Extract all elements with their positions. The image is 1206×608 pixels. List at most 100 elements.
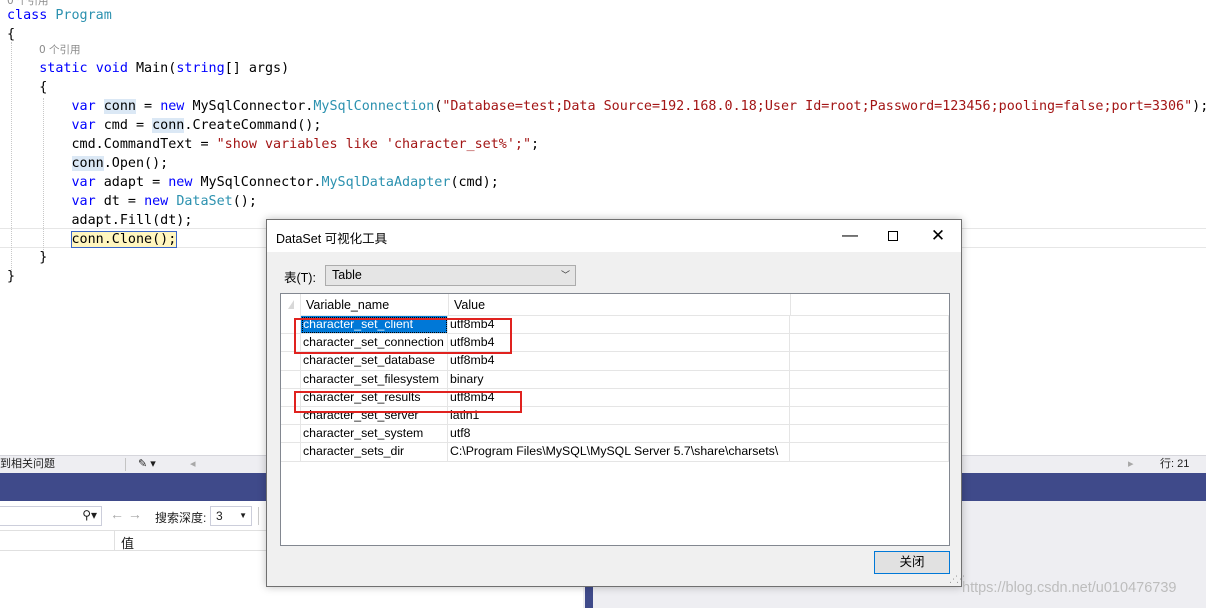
code-token: MySqlConnection	[313, 99, 435, 114]
search-depth-select[interactable]: 3 ▼	[210, 506, 252, 526]
grid-row[interactable]: character_set_system utf8	[281, 425, 949, 444]
code-line: var adapt = new MySqlConnector.MySqlData…	[7, 173, 499, 192]
watermark: https://blog.csdn.net/u010476739	[962, 580, 1177, 596]
code-token: {	[7, 80, 48, 95]
minimize-button[interactable]: —	[827, 220, 873, 251]
code-line: static void Main(string[] args)	[7, 59, 289, 78]
code-line: cmd.CommandText = "show variables like '…	[7, 135, 539, 154]
issues-status-text[interactable]: 到相关问题	[0, 456, 55, 473]
grid-row[interactable]: character_set_filesystem binary	[281, 370, 949, 389]
status-separator	[125, 458, 126, 471]
search-depth-value: 3	[216, 509, 223, 523]
dialog-title: DataSet 可视化工具	[276, 232, 388, 246]
cell-variable-name[interactable]: character_sets_dir	[301, 443, 448, 462]
cell-empty	[790, 425, 949, 444]
row-header[interactable]	[281, 370, 301, 389]
close-dialog-button[interactable]: 关闭	[874, 551, 950, 574]
code-token: .Open();	[103, 156, 169, 171]
close-window-button[interactable]: ✕	[915, 220, 961, 251]
code-token: =	[136, 99, 161, 114]
cell-value[interactable]: utf8	[448, 425, 790, 444]
code-token: CreateCommand	[192, 118, 298, 133]
code-line: }	[7, 267, 15, 286]
code-token: Program	[55, 8, 112, 23]
code-token: void	[95, 61, 136, 76]
line-indicator: 行: 21	[1160, 458, 1190, 470]
cell-variable-name[interactable]: character_set_database	[301, 352, 448, 371]
grid-row[interactable]: character_sets_dir C:\Program Files\MySQL…	[281, 443, 949, 462]
code-token: Main(	[136, 61, 177, 76]
dataset-visualizer-dialog: DataSet 可视化工具 — ✕ 表(T): Table ﹀ Variable…	[266, 219, 965, 587]
value-column-header[interactable]: 值	[121, 533, 134, 552]
watch-grid-header: 值	[0, 530, 266, 551]
code-line: {	[7, 25, 15, 44]
code-token: ();	[297, 118, 322, 133]
sort-icon	[288, 300, 294, 309]
scroll-left-icon[interactable]: ◂	[190, 456, 196, 473]
close-icon: ✕	[930, 226, 946, 245]
grid-row[interactable]: character_set_database utf8mb4	[281, 352, 949, 371]
chevron-down-icon: ﹀	[560, 270, 570, 280]
maximize-icon	[888, 231, 898, 242]
resize-grip-icon[interactable]: ⋰⋰	[949, 574, 965, 585]
cell-empty	[790, 352, 949, 371]
code-token: adapt =	[103, 175, 169, 190]
grid-corner[interactable]	[281, 294, 301, 316]
code-token: var	[7, 175, 104, 190]
column-separator[interactable]	[448, 294, 449, 316]
nav-arrows-icon[interactable]: ← →	[110, 506, 142, 522]
table-label: 表(T):	[284, 271, 316, 285]
code-token: }	[7, 269, 16, 284]
code-token: new	[160, 99, 193, 114]
dialog-titlebar[interactable]: DataSet 可视化工具 — ✕	[267, 220, 961, 252]
table-select-value: Table	[332, 268, 362, 282]
code-token: [] args)	[224, 61, 290, 76]
code-token: conn.Clone();	[70, 231, 178, 248]
search-icon[interactable]: ⚲▾	[82, 508, 97, 522]
code-token: 0 个引用	[39, 44, 81, 56]
maximize-button[interactable]	[870, 220, 916, 251]
cell-value[interactable]: utf8mb4	[448, 352, 790, 371]
code-line: var cmd = conn.CreateCommand();	[7, 116, 321, 135]
code-token: ;	[531, 137, 540, 152]
cell-variable-name[interactable]: character_set_filesystem	[301, 370, 448, 389]
code-line: adapt.Fill(dt);	[7, 211, 192, 230]
code-token: static	[7, 61, 96, 76]
watch-search-input[interactable]: ⚲▾	[0, 506, 102, 526]
code-token: var	[7, 99, 104, 114]
minimize-icon: —	[842, 227, 858, 244]
code-token: string	[176, 61, 225, 76]
column-separator[interactable]	[790, 294, 791, 316]
code-token: DataSet	[176, 194, 233, 209]
code-token: dt =	[103, 194, 145, 209]
code-line: conn.Open();	[7, 154, 168, 173]
code-token: (cmd);	[450, 175, 499, 190]
code-token: conn	[152, 118, 185, 133]
column-splitter[interactable]	[114, 531, 115, 551]
scroll-right-icon[interactable]: ▸	[1128, 456, 1134, 473]
code-token: adapt.Fill(dt);	[7, 213, 193, 228]
code-token: );	[1192, 99, 1206, 114]
row-header[interactable]	[281, 425, 301, 444]
cell-variable-name[interactable]: character_set_system	[301, 425, 448, 444]
codelens-reference-count[interactable]: 0 个引用	[39, 43, 81, 57]
toolbar-separator	[258, 507, 259, 525]
cell-value[interactable]: C:\Program Files\MySQL\MySQL Server 5.7\…	[448, 443, 790, 462]
highlight-box	[294, 318, 512, 354]
code-line: }	[7, 248, 47, 267]
column-header-variable-name[interactable]: Variable_name	[306, 298, 389, 312]
grid-empty-area	[281, 462, 949, 545]
row-header[interactable]	[281, 443, 301, 462]
cell-value[interactable]: binary	[448, 370, 790, 389]
row-header[interactable]	[281, 352, 301, 371]
column-header-value[interactable]: Value	[454, 298, 485, 312]
code-token: MySqlConnector.	[200, 175, 322, 190]
code-token: MySqlDataAdapter	[321, 175, 451, 190]
code-token: conn	[103, 99, 136, 114]
code-token: ();	[232, 194, 257, 209]
code-cleanup-icon[interactable]: ✎ ▾	[138, 456, 156, 473]
table-select[interactable]: Table ﹀	[325, 265, 576, 286]
code-token: new	[144, 194, 177, 209]
code-line: var conn = new MySqlConnector.MySqlConne…	[7, 97, 1206, 116]
